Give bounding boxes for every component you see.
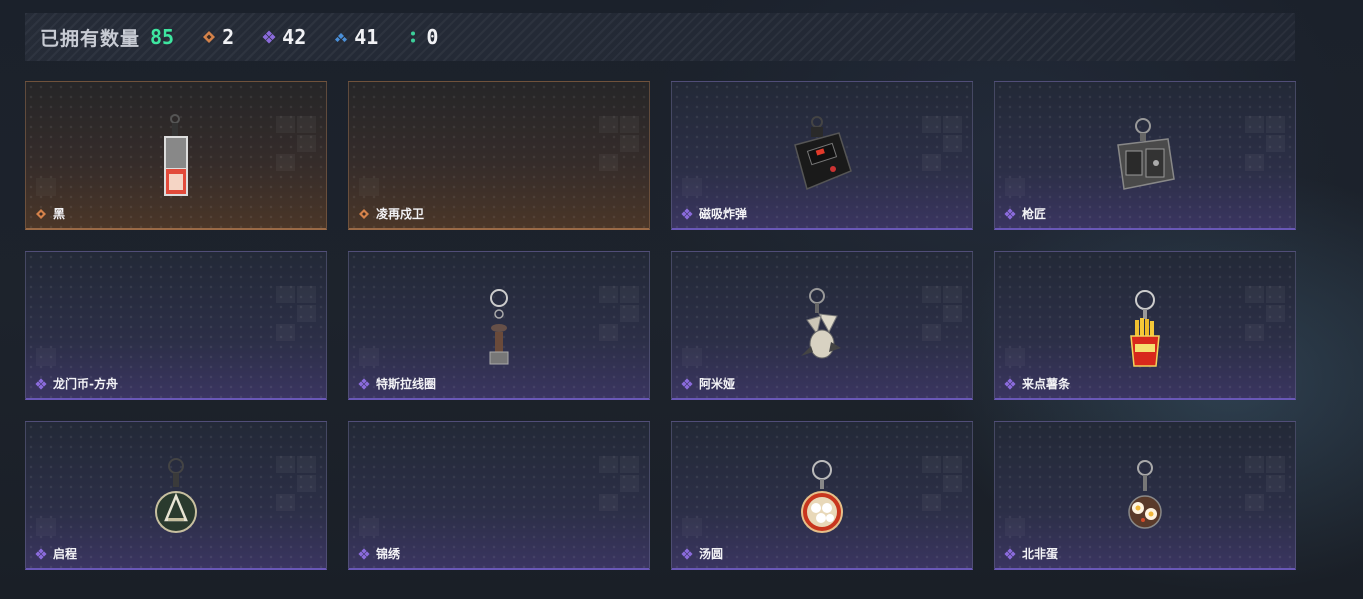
card-corner-pattern [359,518,379,536]
keychain-name: 启程 [53,547,78,561]
keychain-card[interactable]: 锦绣 [348,421,650,570]
keychain-label: 黑 [35,205,65,222]
card-corner-pattern [359,178,379,196]
card-corner-pattern [1245,456,1287,512]
keychain-label: 来点薯条 [1004,375,1070,392]
keychain-card[interactable]: 来点薯条 [994,251,1296,400]
purple-diamond-icon [1004,377,1016,390]
card-corner-pattern [922,286,964,342]
bomb-keychain-image [787,115,857,199]
card-corner-pattern [1005,348,1025,366]
keychain-name: 黑 [53,207,66,221]
purple-diamond-icon [681,207,693,220]
orange-diamond-icon [35,208,47,220]
purple-diamond-icon [1004,207,1016,220]
card-corner-pattern [1005,518,1025,536]
stat-green: 0 [406,25,438,49]
keychain-name: 龙门币-方舟 [53,377,118,391]
amiya-keychain-image [797,286,847,372]
keychain-label: 龙门币-方舟 [35,375,118,392]
keychain-label: 枪匠 [1004,205,1046,222]
card-corner-pattern [599,456,641,512]
stat-purple: 42 [262,25,306,49]
keychain-name: 凌再戍卫 [376,207,425,221]
keychain-card[interactable]: 启程 [25,421,327,570]
keychain-name: 阿米娅 [699,377,736,391]
orange-diamond-icon [358,208,370,220]
card-corner-pattern [682,348,702,366]
green-dots-icon [406,30,420,44]
keychain-card[interactable]: 阿米娅 [671,251,973,400]
keychain-name: 锦绣 [376,547,401,561]
tangyuan-keychain-image [799,458,845,542]
owned-count-total: 85 [150,25,175,49]
card-corner-pattern [599,286,641,342]
purple-diamond-icon [1004,547,1016,560]
card-corner-pattern [922,116,964,172]
card-corner-pattern [682,518,702,536]
card-corner-pattern [36,518,56,536]
blue-chevron-icon [334,30,348,44]
stat-orange: 2 [202,25,234,49]
keychain-card[interactable]: 北非蛋 [994,421,1296,570]
card-corner-pattern [276,456,318,512]
keychain-card[interactable]: 枪匠 [994,81,1296,230]
purple-diamond-icon [262,30,276,44]
medal-keychain-image [153,456,199,540]
card-corner-pattern [36,178,56,196]
keychain-label: 启程 [35,545,77,562]
card-corner-pattern [1245,116,1287,172]
keychain-label: 北非蛋 [1004,545,1058,562]
keychain-label: 锦绣 [358,545,400,562]
keychain-name: 汤圆 [699,547,724,561]
card-corner-pattern [359,348,379,366]
keychain-card[interactable]: 磁吸炸弹 [671,81,973,230]
keychain-grid: 黑 凌再戍卫 磁吸炸弹 枪匠 龙门币-方舟 特斯拉线圈 阿米娅 来点薯条 启程 … [25,81,1296,570]
stat-blue: 41 [334,25,378,49]
card-corner-pattern [922,456,964,512]
keychain-label: 凌再戍卫 [358,205,424,222]
keychain-name: 特斯拉线圈 [376,377,437,391]
owned-count-label: 已拥有数量 [40,27,141,50]
card-corner-pattern [276,286,318,342]
keychain-label: 汤圆 [681,545,723,562]
purple-diamond-icon [35,547,47,560]
keychain-card[interactable]: 凌再戍卫 [348,81,650,230]
keychain-card[interactable]: 汤圆 [671,421,973,570]
card-keychain-image [161,114,191,202]
keychain-card[interactable]: 龙门币-方舟 [25,251,327,400]
ownership-summary-bar: 已拥有数量 85 2 42 41 0 [25,13,1295,61]
card-corner-pattern [682,178,702,196]
card-corner-pattern [599,116,641,172]
keychain-card[interactable]: 特斯拉线圈 [348,251,650,400]
tesla-coil-keychain-image [484,288,514,372]
card-corner-pattern [36,348,56,366]
orange-diamond-icon [202,30,216,44]
keychain-name: 北非蛋 [1022,547,1059,561]
purple-diamond-icon [358,547,370,560]
card-corner-pattern [1245,286,1287,342]
stat-green-count: 0 [426,25,439,49]
card-corner-pattern [1005,178,1025,196]
keychain-card[interactable]: 黑 [25,81,327,230]
card-corner-pattern [276,116,318,172]
purple-diamond-icon [681,377,693,390]
keychain-label: 磁吸炸弹 [681,205,747,222]
purple-diamond-icon [35,377,47,390]
fries-keychain-image [1125,288,1165,372]
keychain-name: 枪匠 [1022,207,1047,221]
keychain-name: 磁吸炸弹 [699,207,748,221]
stat-orange-count: 2 [222,25,235,49]
shakshuka-keychain-image [1123,458,1167,542]
purple-diamond-icon [681,547,693,560]
stat-blue-count: 41 [354,25,379,49]
keychain-name: 来点薯条 [1022,377,1071,391]
keychain-label: 特斯拉线圈 [358,375,436,392]
purple-diamond-icon [358,377,370,390]
keychain-label: 阿米娅 [681,375,735,392]
case-keychain-image [1112,117,1178,201]
stat-purple-count: 42 [282,25,307,49]
